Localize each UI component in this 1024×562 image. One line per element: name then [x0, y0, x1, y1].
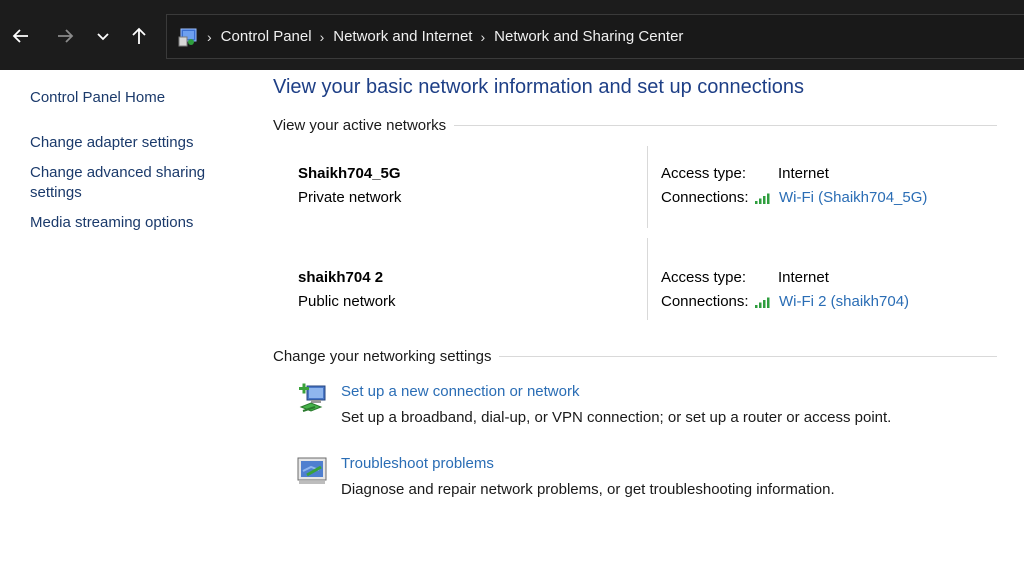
sidebar-item-change-adapter-settings[interactable]: Change adapter settings [30, 133, 240, 153]
sidebar-item-change-advanced-sharing-settings[interactable]: Change advanced sharing settings [30, 163, 240, 203]
breadcrumb-network-and-internet[interactable]: Network and Internet [333, 28, 472, 45]
breadcrumb-separator: › [207, 28, 212, 45]
sidebar-item-control-panel-home[interactable]: Control Panel Home [30, 88, 240, 108]
arrow-right-icon [58, 29, 74, 43]
page-title: View your basic network information and … [273, 76, 805, 98]
chevron-down-icon [97, 33, 109, 41]
breadcrumb-separator[interactable]: › [320, 29, 325, 45]
breadcrumb-separator[interactable]: › [480, 29, 485, 45]
up-button[interactable] [124, 20, 154, 52]
divider [647, 238, 648, 320]
network-name: shaikh704 2 [298, 269, 384, 286]
back-button[interactable] [6, 20, 36, 52]
troubleshoot-description: Diagnose and repair network problems, or… [341, 481, 835, 498]
network-name: Shaikh704_5G [298, 165, 401, 182]
wifi-signal-icon [755, 193, 770, 204]
wifi-signal-icon [755, 297, 770, 308]
divider [454, 125, 997, 126]
recent-locations-button[interactable] [88, 20, 118, 52]
access-type-label: Access type: [661, 165, 747, 182]
control-panel-icon [178, 28, 197, 46]
connection-link[interactable]: Wi-Fi 2 (shaikh704) [755, 290, 909, 314]
networking-settings-header: Change your networking settings [273, 348, 997, 365]
access-type-value: Internet [778, 269, 829, 286]
divider [647, 146, 648, 228]
active-networks-header: View your active networks [273, 117, 997, 134]
network-info: shaikh704 2 Public network [298, 266, 396, 314]
troubleshoot-link[interactable]: Troubleshoot problems [341, 455, 494, 472]
network-row: Shaikh704_5G Private network Access type… [273, 146, 997, 266]
connection-link-label[interactable]: Wi-Fi 2 (shaikh704) [779, 290, 909, 314]
access-type-label: Access type: [661, 269, 747, 286]
setup-connection-link[interactable]: Set up a new connection or network [341, 383, 579, 400]
networking-settings-label: Change your networking settings [273, 348, 492, 365]
connections-label: Connections: [661, 189, 749, 206]
new-connection-icon [299, 383, 326, 412]
arrow-left-icon [12, 29, 28, 43]
breadcrumb-control-panel[interactable]: Control Panel [221, 28, 312, 45]
access-type-value: Internet [778, 165, 829, 182]
network-info: Shaikh704_5G Private network [298, 162, 401, 210]
network-details: Access type: Internet Connections: Wi-Fi… [661, 266, 909, 314]
troubleshoot-icon [297, 457, 327, 484]
breadcrumb-network-and-sharing-center[interactable]: Network and Sharing Center [494, 28, 683, 45]
network-details: Access type: Internet Connections: Wi-Fi… [661, 162, 927, 210]
sidebar-item-media-streaming-options[interactable]: Media streaming options [30, 213, 240, 233]
arrow-up-icon [132, 27, 146, 44]
address-bar[interactable]: › Control Panel › Network and Internet ›… [166, 14, 1024, 59]
title-bar: › Control Panel › Network and Internet ›… [0, 0, 1024, 70]
active-networks-label: View your active networks [273, 117, 447, 134]
network-category[interactable]: Public network [298, 290, 396, 314]
connections-label: Connections: [661, 293, 749, 310]
sidebar: Control Panel Home Change adapter settin… [30, 88, 240, 243]
setup-connection-description: Set up a broadband, dial-up, or VPN conn… [341, 409, 892, 426]
divider [499, 356, 997, 357]
main-pane: View your basic network information and … [273, 72, 997, 525]
network-category[interactable]: Private network [298, 186, 401, 210]
connection-link-label[interactable]: Wi-Fi (Shaikh704_5G) [779, 186, 927, 210]
forward-button[interactable] [50, 20, 80, 52]
connection-link[interactable]: Wi-Fi (Shaikh704_5G) [755, 186, 927, 210]
